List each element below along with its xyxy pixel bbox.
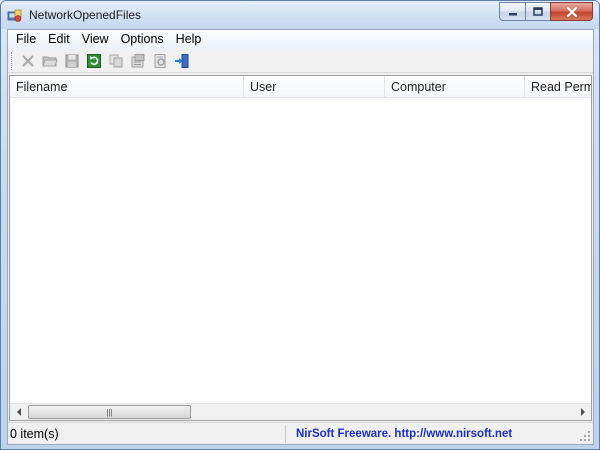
minimize-button[interactable]	[499, 2, 525, 21]
window-title: NetworkOpenedFiles	[29, 8, 142, 22]
properties-button[interactable]	[127, 51, 149, 71]
app-window: NetworkOpenedFiles File Edit View Option…	[0, 0, 600, 450]
close-files-icon	[22, 54, 34, 67]
maximize-icon	[533, 7, 543, 16]
menu-help[interactable]: Help	[170, 30, 208, 49]
open-folder-icon	[42, 56, 58, 66]
minimize-icon	[508, 12, 517, 15]
close-files-button[interactable]	[17, 51, 39, 71]
maximize-button[interactable]	[525, 2, 550, 21]
menu-bar: File Edit View Options Help	[8, 30, 593, 49]
menu-view[interactable]: View	[76, 30, 115, 49]
properties-icon	[131, 53, 145, 67]
scroll-right-icon	[580, 408, 585, 416]
client-area: File Edit View Options Help Filename Use…	[7, 29, 594, 445]
column-header-computer[interactable]: Computer	[385, 76, 525, 98]
window-controls	[499, 2, 593, 21]
toolbar	[8, 49, 593, 73]
exit-button[interactable]	[171, 51, 193, 71]
html-report-button[interactable]	[149, 51, 171, 71]
refresh-icon	[87, 53, 101, 68]
column-header-read-permission[interactable]: Read Permi	[525, 76, 591, 98]
open-folder-button[interactable]	[39, 51, 61, 71]
status-bar: 0 item(s) NirSoft Freeware. http://www.n…	[8, 422, 593, 444]
menu-file[interactable]: File	[10, 30, 42, 49]
toolbar-grip[interactable]	[11, 51, 14, 70]
list-header: Filename User Computer Read Permi	[10, 76, 591, 98]
close-button[interactable]	[550, 2, 593, 21]
scroll-thumb[interactable]: |||	[28, 405, 191, 419]
scroll-left-icon	[16, 408, 21, 416]
close-icon	[566, 6, 577, 17]
save-button[interactable]	[61, 51, 83, 71]
scroll-right-button[interactable]	[574, 404, 591, 420]
copy-button[interactable]	[105, 51, 127, 71]
menu-options[interactable]: Options	[115, 30, 170, 49]
scroll-left-button[interactable]	[10, 404, 27, 420]
resize-grip-icon[interactable]	[579, 430, 591, 442]
nirsoft-link[interactable]: NirSoft Freeware. http://www.nirsoft.net	[296, 425, 512, 443]
item-count: 0 item(s)	[8, 425, 286, 443]
refresh-button[interactable]	[83, 51, 105, 71]
app-icon	[7, 9, 22, 22]
column-header-user[interactable]: User	[244, 76, 385, 98]
column-header-filename[interactable]: Filename	[10, 76, 244, 98]
copy-icon	[109, 54, 123, 67]
exit-icon	[175, 53, 189, 68]
files-list[interactable]: Filename User Computer Read Permi |||	[9, 75, 592, 421]
save-icon	[65, 54, 79, 67]
title-bar[interactable]: NetworkOpenedFiles	[1, 1, 599, 29]
menu-edit[interactable]: Edit	[42, 30, 76, 49]
horizontal-scrollbar[interactable]: |||	[10, 403, 591, 420]
scroll-grip-icon: |||	[106, 407, 113, 417]
html-report-icon	[154, 53, 166, 68]
